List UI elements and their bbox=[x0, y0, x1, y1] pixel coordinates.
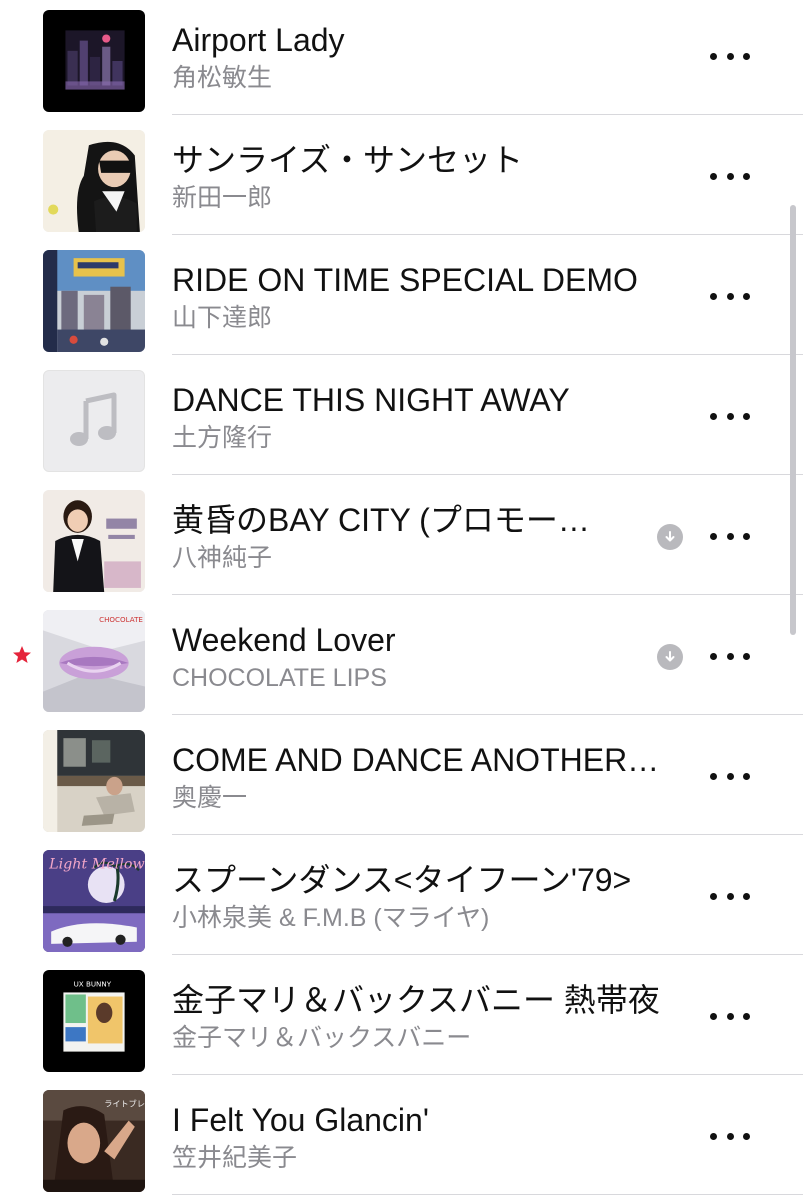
more-options-button[interactable] bbox=[708, 38, 752, 74]
song-row[interactable]: COME AND DANCE ANOTHER… 奥慶一 bbox=[0, 715, 803, 835]
more-options-button[interactable] bbox=[708, 1118, 752, 1154]
song-title: 黄昏のBAY CITY (プロモー… bbox=[172, 502, 590, 538]
song-artist: 金子マリ＆バックスバニー bbox=[172, 1024, 472, 1052]
svg-text:UX BUNNY: UX BUNNY bbox=[74, 979, 112, 988]
song-title: 金子マリ＆バックスバニー 熱帯夜 bbox=[172, 982, 660, 1018]
song-title: RIDE ON TIME SPECIAL DEMO bbox=[172, 262, 638, 298]
svg-text:Light Mellow: Light Mellow bbox=[48, 856, 145, 872]
song-row[interactable]: Light Mellow スプーンダンス<タイフーン'79> 小林泉美 & F.… bbox=[0, 835, 803, 955]
album-art: CHOCOLATE LIPS bbox=[43, 610, 145, 712]
album-art bbox=[43, 490, 145, 592]
album-art: UX BUNNY bbox=[43, 970, 145, 1072]
song-artist: 八神純子 bbox=[172, 544, 273, 572]
music-note-placeholder-icon bbox=[43, 370, 145, 472]
song-row[interactable]: DANCE THIS NIGHT AWAY 土方隆行 bbox=[0, 355, 803, 475]
song-row[interactable]: ライトブレイス I Felt You Glancin' 笠井紀美子 bbox=[0, 1075, 803, 1195]
song-row[interactable]: UX BUNNY 金子マリ＆バックスバニー 熱帯夜 金子マリ＆バックスバニー bbox=[0, 955, 803, 1075]
song-row[interactable]: Airport Lady 角松敏生 bbox=[0, 0, 803, 115]
song-title: サンライズ・サンセット bbox=[172, 142, 524, 178]
album-art bbox=[43, 10, 145, 112]
song-row[interactable]: サンライズ・サンセット 新田一郎 bbox=[0, 115, 803, 235]
album-art bbox=[43, 130, 145, 232]
downloaded-icon bbox=[657, 524, 683, 550]
album-art: Light Mellow bbox=[43, 850, 145, 952]
song-artist: 土方隆行 bbox=[172, 424, 273, 452]
song-row[interactable]: 黄昏のBAY CITY (プロモー… 八神純子 bbox=[0, 475, 803, 595]
song-row[interactable]: RIDE ON TIME SPECIAL DEMO 山下達郎 bbox=[0, 235, 803, 355]
song-artist: 笠井紀美子 bbox=[172, 1144, 298, 1172]
more-options-button[interactable] bbox=[708, 398, 752, 434]
more-options-button[interactable] bbox=[708, 638, 752, 674]
downloaded-icon bbox=[657, 644, 683, 670]
star-icon bbox=[13, 646, 31, 663]
album-art: ライトブレイス bbox=[43, 1090, 145, 1192]
song-artist: 角松敏生 bbox=[172, 64, 273, 92]
song-title: Weekend Lover bbox=[172, 622, 396, 658]
more-options-button[interactable] bbox=[708, 158, 752, 194]
album-art bbox=[43, 730, 145, 832]
more-options-button[interactable] bbox=[708, 878, 752, 914]
album-art bbox=[43, 250, 145, 352]
more-options-button[interactable] bbox=[708, 518, 752, 554]
song-artist: 奥慶一 bbox=[172, 784, 248, 812]
more-options-button[interactable] bbox=[708, 278, 752, 314]
song-title: I Felt You Glancin' bbox=[172, 1102, 429, 1138]
song-artist: 新田一郎 bbox=[172, 184, 273, 212]
row-divider bbox=[172, 1194, 803, 1195]
song-artist: 小林泉美 & F.M.B (マライヤ) bbox=[172, 904, 490, 932]
scroll-indicator[interactable] bbox=[790, 205, 796, 635]
song-title: DANCE THIS NIGHT AWAY bbox=[172, 382, 570, 418]
more-options-button[interactable] bbox=[708, 998, 752, 1034]
song-artist: 山下達郎 bbox=[172, 304, 273, 332]
song-row[interactable]: CHOCOLATE LIPS Weekend Lover CHOCOLATE L… bbox=[0, 595, 803, 715]
song-list: Airport Lady 角松敏生 サンライズ・サンセット 新田一郎 RIDE … bbox=[0, 0, 803, 1195]
song-title: Airport Lady bbox=[172, 22, 345, 58]
song-artist: CHOCOLATE LIPS bbox=[172, 664, 387, 692]
svg-text:ライトブレイス: ライトブレイス bbox=[104, 1098, 145, 1108]
song-title: COME AND DANCE ANOTHER… bbox=[172, 742, 660, 778]
song-title: スプーンダンス<タイフーン'79> bbox=[172, 862, 632, 898]
more-options-button[interactable] bbox=[708, 758, 752, 794]
svg-text:CHOCOLATE LIPS: CHOCOLATE LIPS bbox=[99, 615, 145, 624]
